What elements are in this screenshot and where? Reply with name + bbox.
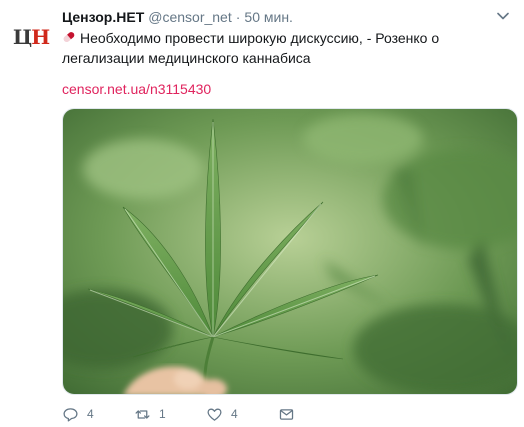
tweet-media-image[interactable] (62, 108, 518, 395)
retweet-count: 1 (159, 407, 166, 421)
account-name[interactable]: Цензор.НЕТ (62, 9, 144, 25)
tweet-card[interactable]: ЦН Цензор.НЕТ @censor_net · 50 мин. Необ… (0, 0, 524, 427)
like-count: 4 (231, 407, 238, 421)
tweet-actions: 4 1 4 (62, 404, 350, 424)
reply-count: 4 (87, 407, 94, 421)
article-link[interactable]: censor.net.ua/n3115430 (62, 81, 211, 97)
separator-dot: · (235, 9, 241, 25)
avatar[interactable]: ЦН (8, 14, 54, 60)
heart-icon (207, 408, 222, 421)
reply-icon (63, 407, 78, 422)
direct-message-button[interactable] (278, 406, 350, 423)
censor-logo: ЦН (12, 25, 50, 49)
tweet-text-block: Необходимо провести широкую дискуссию, -… (62, 28, 502, 68)
envelope-icon (279, 408, 294, 420)
account-handle[interactable]: @censor_net (148, 9, 231, 25)
logo-letter-left: Ц (12, 25, 32, 49)
tweet-header: Цензор.НЕТ @censor_net · 50 мин. (62, 9, 293, 25)
cannabis-leaf-photo (63, 109, 517, 394)
retweet-button[interactable]: 1 (134, 406, 206, 423)
chevron-down-icon[interactable] (496, 9, 510, 23)
tweet-timestamp[interactable]: 50 мин. (244, 9, 293, 25)
logo-letter-right: Н (31, 25, 50, 49)
tweet-text: Необходимо провести широкую дискуссию, -… (62, 30, 440, 66)
reply-button[interactable]: 4 (62, 406, 134, 423)
like-button[interactable]: 4 (206, 406, 278, 423)
pill-emoji-icon (63, 32, 75, 42)
retweet-icon (135, 409, 150, 419)
